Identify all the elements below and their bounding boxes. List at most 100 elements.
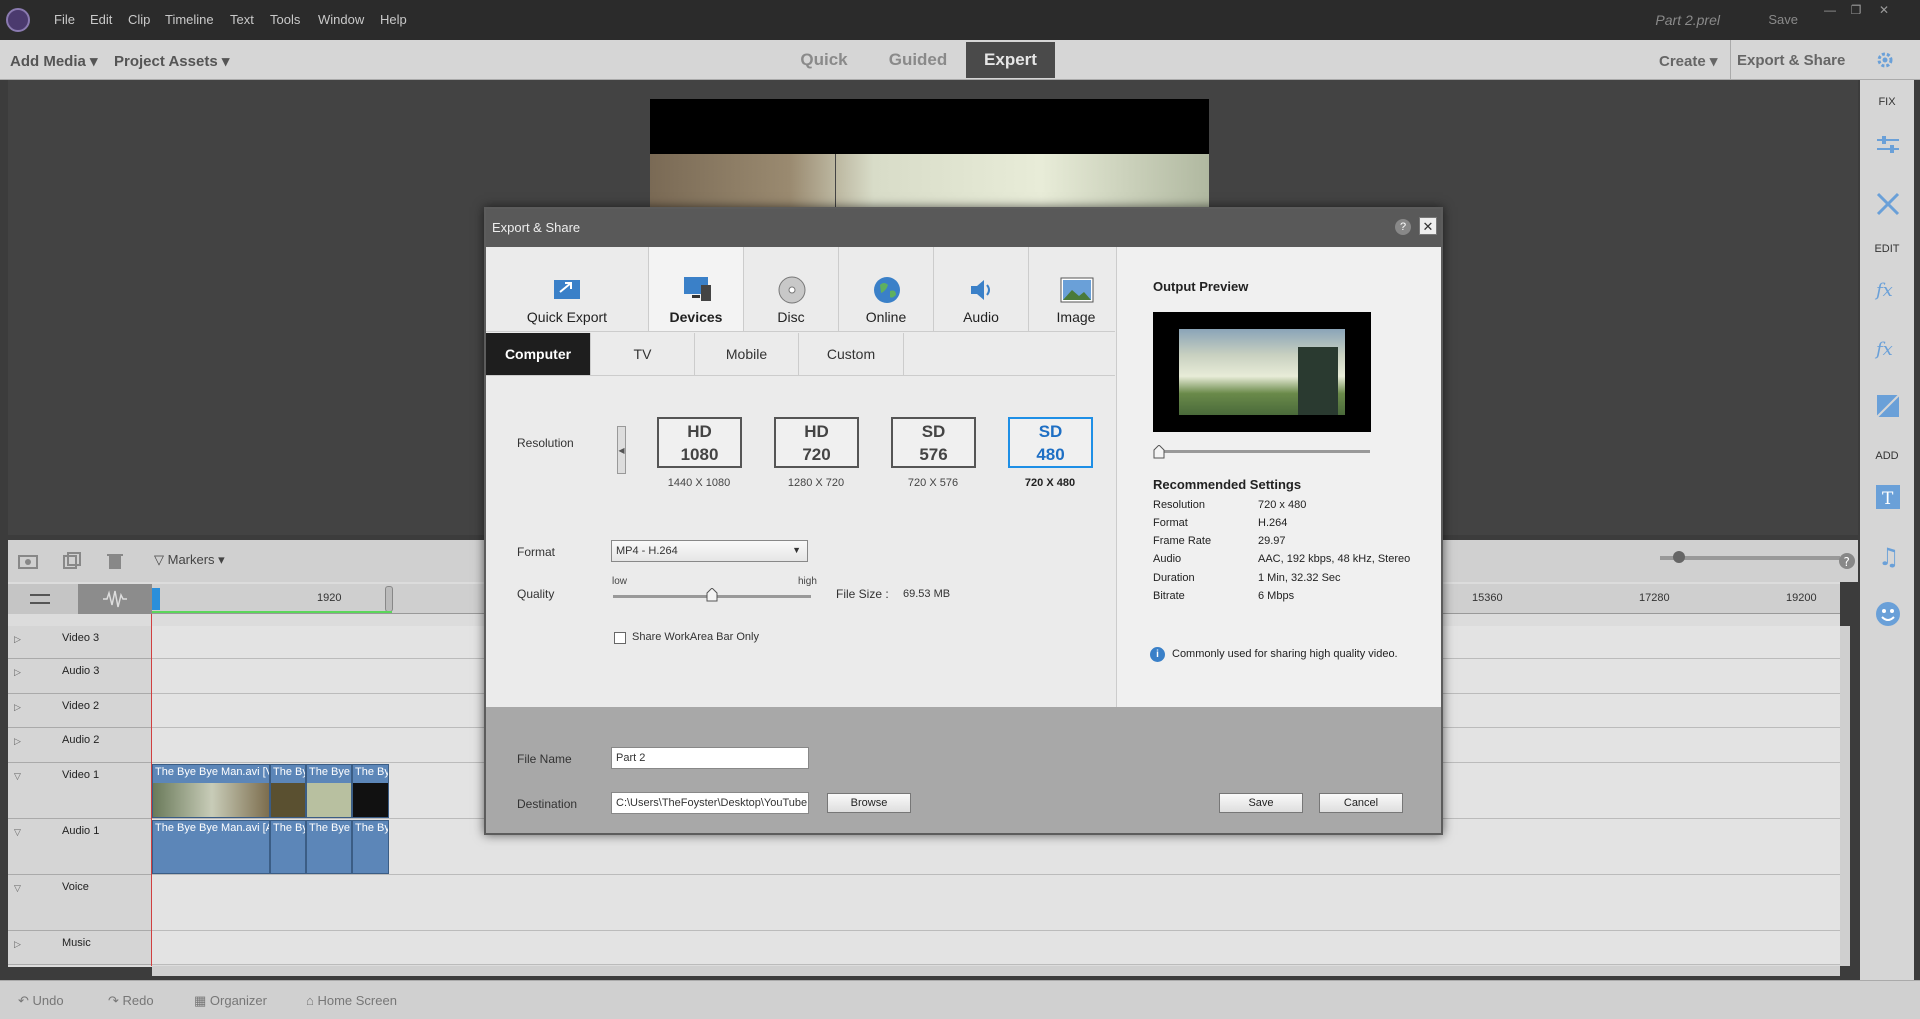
format-select[interactable]: MP4 - H.264 ▼ [611, 540, 808, 562]
track-header-audio-3[interactable]: ▷ Audio 3 [8, 659, 152, 694]
dialog-close-icon[interactable]: ✕ [1419, 217, 1437, 235]
zoom-handle[interactable] [1673, 551, 1685, 563]
menu-timeline[interactable]: Timeline [165, 12, 214, 27]
music-icon[interactable]: ♫ [1874, 542, 1902, 570]
tab-quick[interactable]: Quick [786, 42, 862, 78]
menu-window[interactable]: Window [318, 12, 364, 27]
category-disc[interactable]: Disc [744, 247, 839, 331]
category-online[interactable]: Online [839, 247, 934, 331]
vertical-scrollbar[interactable] [1840, 626, 1850, 966]
video-clip[interactable]: The By [270, 764, 306, 818]
category-devices[interactable]: Devices [649, 247, 744, 331]
resolution-hd-720[interactable]: HD 720 [774, 417, 859, 468]
redo-button[interactable]: ↷ Redo [108, 993, 154, 1009]
save-button[interactable]: Save [1219, 793, 1303, 813]
close-icon[interactable]: ✕ [1876, 3, 1892, 19]
resolution-sd-480[interactable]: SD 480 [1008, 417, 1093, 468]
tab-expert[interactable]: Expert [966, 42, 1055, 78]
restore-icon[interactable]: ❐ [1848, 3, 1864, 19]
work-area-handle[interactable] [385, 586, 393, 612]
resolution-sd-576[interactable]: SD 576 [891, 417, 976, 468]
destination-input[interactable]: C:\Users\TheFoyster\Desktop\YouTube [611, 792, 809, 814]
applied-effects-icon[interactable]: fx [1874, 275, 1902, 303]
setting-key: Duration [1153, 572, 1195, 584]
menu-tools[interactable]: Tools [270, 12, 300, 27]
track-header-video-3[interactable]: ▷ Video 3 [8, 626, 152, 659]
create-button[interactable]: Create ▾ [1659, 52, 1717, 70]
audio-clip[interactable]: The By [352, 820, 389, 874]
trash-icon[interactable] [106, 552, 124, 570]
tab-computer[interactable]: Computer [486, 333, 591, 375]
tab-custom[interactable]: Custom [799, 333, 904, 375]
audio-clip[interactable]: The Bye Bye Man.avi [A [152, 820, 270, 874]
transitions-icon[interactable] [1874, 392, 1902, 420]
tab-mobile[interactable]: Mobile [695, 333, 799, 375]
video-preview[interactable] [650, 99, 1209, 209]
resolution-hd-1080[interactable]: HD 1080 [657, 417, 742, 468]
graphics-icon[interactable] [1874, 600, 1902, 628]
add-media-button[interactable]: Add Media ▾ [10, 52, 98, 70]
browse-button[interactable]: Browse [827, 793, 911, 813]
track-header-audio-1[interactable]: ▽ Audio 1 [8, 819, 152, 875]
quality-slider-thumb[interactable] [706, 588, 718, 602]
preview-scrubber[interactable] [1156, 450, 1370, 453]
track-header-music[interactable]: ▷ Music [8, 931, 152, 965]
camera-icon[interactable] [18, 552, 38, 570]
app-logo-icon[interactable] [6, 8, 30, 32]
cancel-button[interactable]: Cancel [1319, 793, 1403, 813]
dialog-bottom-pane: File Name Part 2 Destination C:\Users\Th… [486, 707, 1441, 833]
project-title: Part 2.prel [1655, 12, 1720, 28]
export-share-button[interactable]: Export & Share [1737, 52, 1845, 69]
tab-tv[interactable]: TV [591, 333, 695, 375]
playhead-line [151, 614, 152, 966]
menu-help[interactable]: Help [380, 12, 407, 27]
menu-edit[interactable]: Edit [90, 12, 112, 27]
track-header-audio-2[interactable]: ▷ Audio 2 [8, 728, 152, 763]
help-icon[interactable]: ? [1838, 552, 1856, 570]
quick-export-icon [553, 277, 581, 301]
zoom-slider[interactable] [1660, 556, 1840, 560]
tracks-view-icon[interactable] [30, 591, 50, 607]
menu-file[interactable]: File [54, 12, 75, 27]
undo-button[interactable]: ↶ Undo [18, 993, 64, 1009]
home-screen-button[interactable]: ⌂ Home Screen [306, 993, 397, 1008]
video-clip[interactable]: The Bye [306, 764, 352, 818]
track-header-video-1[interactable]: ▽ Video 1 [8, 763, 152, 819]
category-quick-export[interactable]: Quick Export [486, 247, 649, 331]
category-image[interactable]: Image [1029, 247, 1124, 331]
effects-icon[interactable]: fx [1874, 334, 1902, 362]
audio-clip[interactable]: The Bye [306, 820, 352, 874]
tab-guided[interactable]: Guided [877, 42, 959, 78]
gear-icon[interactable] [1875, 50, 1895, 70]
titles-icon[interactable]: T [1874, 483, 1902, 511]
playhead-handle[interactable] [152, 588, 160, 610]
category-audio[interactable]: Audio [934, 247, 1029, 331]
menu-clip[interactable]: Clip [128, 12, 150, 27]
dialog-help-icon[interactable]: ? [1395, 219, 1411, 235]
top-save-button[interactable]: Save [1768, 12, 1798, 27]
video-clip[interactable]: The Bye Bye Man.avi [V [152, 764, 270, 818]
preview-scrubber-thumb[interactable] [1153, 445, 1165, 459]
tools-icon[interactable] [1874, 190, 1902, 218]
svg-text:fx: fx [1874, 339, 1893, 360]
organizer-button[interactable]: ▦ Organizer [194, 993, 267, 1009]
resolution-label: Resolution [517, 436, 574, 450]
adjust-icon[interactable] [1874, 130, 1902, 158]
scroll-left-arrow[interactable]: ◀ [617, 426, 626, 474]
track-lane-voice[interactable] [152, 875, 1840, 931]
horizontal-scrollbar[interactable] [152, 966, 1840, 976]
file-name-input[interactable]: Part 2 [611, 747, 809, 769]
minimize-icon[interactable]: — [1822, 3, 1838, 19]
video-clip[interactable]: The By [352, 764, 389, 818]
track-header-video-2[interactable]: ▷ Video 2 [8, 694, 152, 728]
menu-text[interactable]: Text [230, 12, 254, 27]
track-header-voice[interactable]: ▽ Voice [8, 875, 152, 931]
audio-clip[interactable]: The By [270, 820, 306, 874]
setting-value: 1 Min, 32.32 Sec [1258, 572, 1341, 584]
project-assets-button[interactable]: Project Assets ▾ [114, 52, 229, 70]
copy-icon[interactable] [62, 552, 82, 570]
markers-button[interactable]: ▽ Markers ▾ [154, 552, 225, 568]
setting-value: 720 x 480 [1258, 499, 1307, 511]
track-lane-music[interactable] [152, 931, 1840, 965]
workarea-checkbox[interactable] [614, 632, 626, 644]
